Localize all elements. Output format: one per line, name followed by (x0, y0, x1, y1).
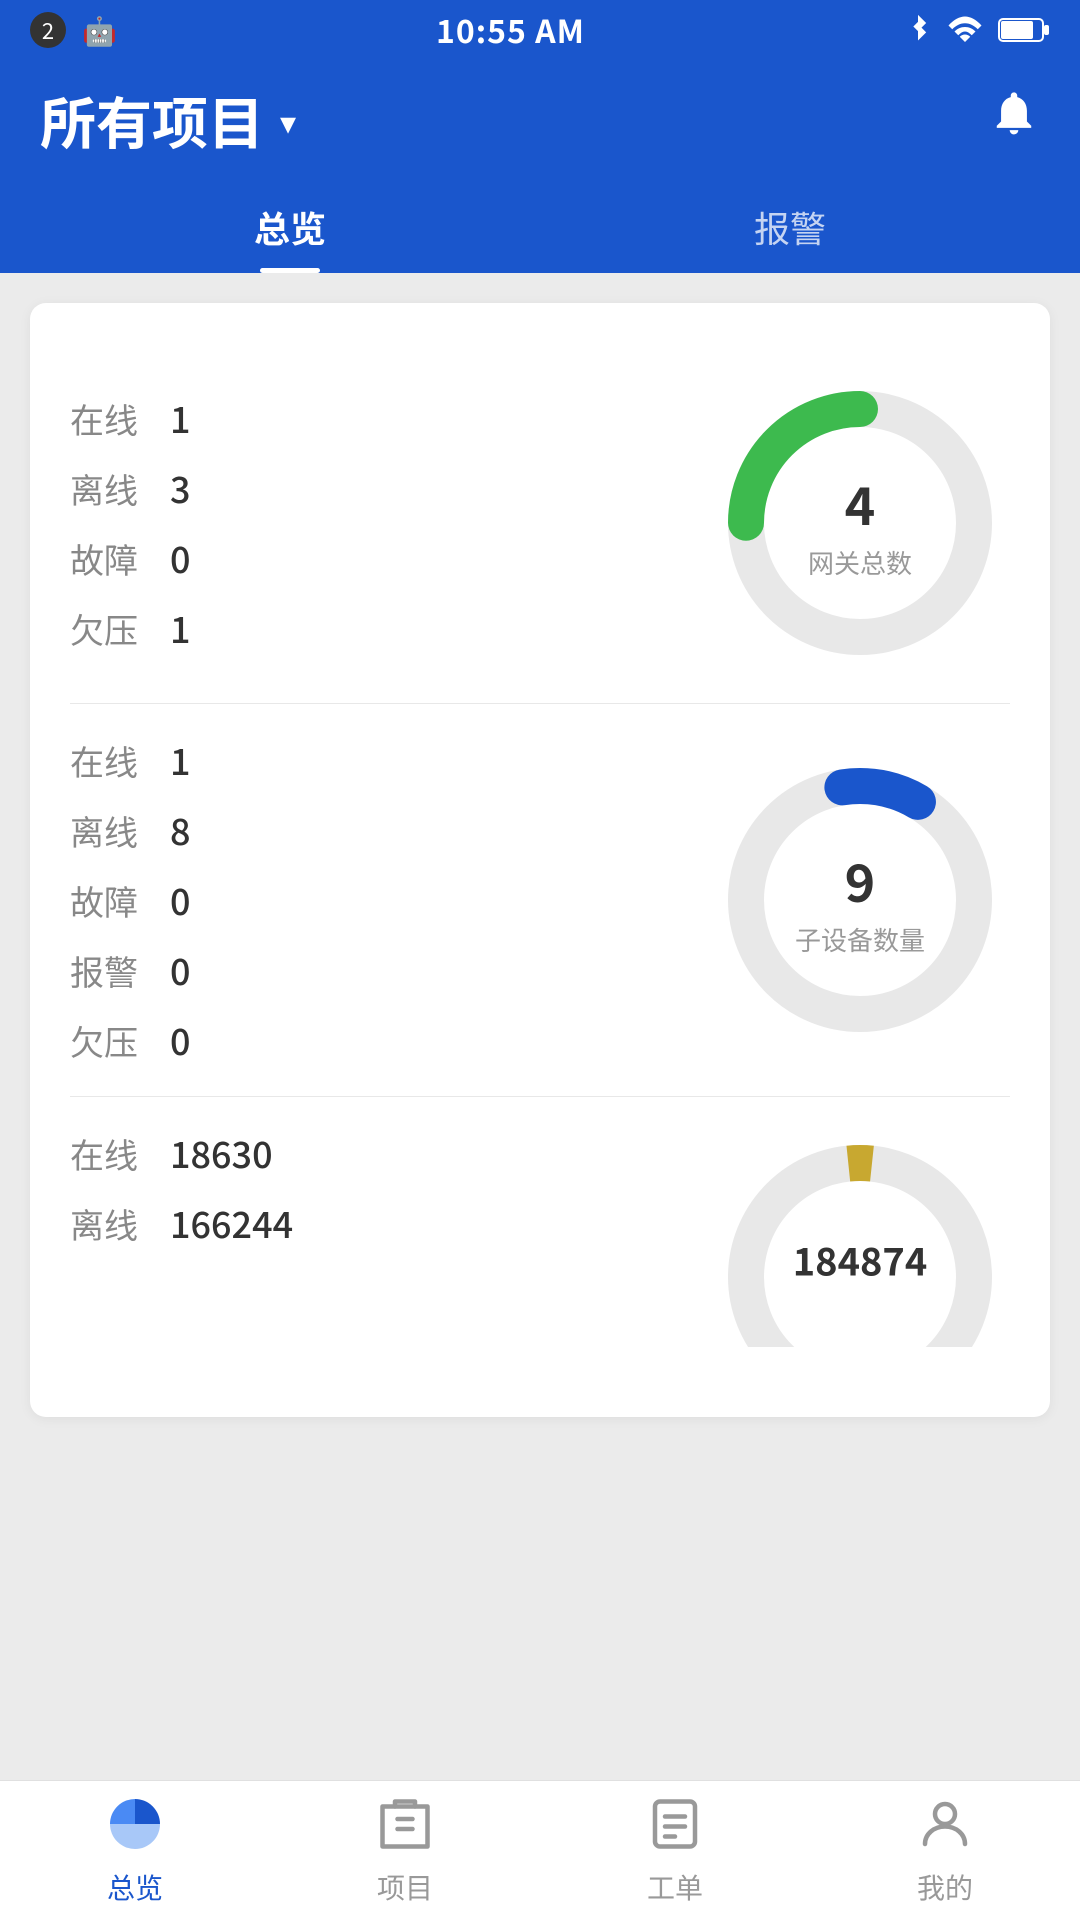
data-section: 在线 18630 离线 166244 184874 (70, 1097, 1010, 1377)
notification-badge: 2 (30, 12, 66, 48)
tab-alarm[interactable]: 报警 (540, 181, 1040, 273)
subdevice-total-label: 子设备数量 (795, 921, 925, 958)
subdevice-section: 在线 1 离线 8 故障 0 报警 0 欠压 0 (70, 704, 1010, 1096)
nav-label-project: 项目 (377, 1867, 433, 1907)
gateway-online-value: 1 (170, 392, 191, 444)
battery-icon (998, 16, 1050, 44)
sub-lowvolt-row: 欠压 0 (70, 1014, 710, 1066)
data-online-value: 18630 (170, 1127, 273, 1179)
gateway-total-label: 网关总数 (808, 544, 912, 581)
gateway-fault-label: 故障 (70, 534, 150, 583)
status-bar-left: 2 🤖 (30, 10, 117, 50)
data-stats: 在线 18630 离线 166244 (70, 1127, 710, 1249)
sub-lowvolt-value: 0 (170, 1014, 191, 1066)
gateway-chart-text: 4 网关总数 (808, 465, 912, 581)
sub-fault-value: 0 (170, 874, 191, 926)
status-bar-icons (904, 12, 1050, 48)
sub-offline-row: 离线 8 (70, 804, 710, 856)
data-online-label: 在线 (70, 1129, 150, 1178)
subdevice-chart-text: 9 子设备数量 (795, 842, 925, 958)
data-offline-row: 离线 166244 (70, 1197, 710, 1249)
sub-fault-label: 故障 (70, 876, 150, 925)
data-chart: 184874 (710, 1127, 1010, 1347)
bottom-nav: 总览 项目 工单 (0, 1780, 1080, 1920)
sub-offline-value: 8 (170, 804, 191, 856)
gateway-chart: 4 网关总数 (710, 373, 1010, 673)
tab-overview[interactable]: 总览 (40, 181, 540, 273)
header: 所有项目 ▾ 总览 报警 (0, 60, 1080, 273)
nav-label-overview: 总览 (107, 1867, 163, 1907)
gateway-offline-row: 离线 3 (70, 462, 710, 514)
sub-alarm-row: 报警 0 (70, 944, 710, 996)
gateway-lowvolt-label: 欠压 (70, 604, 150, 653)
data-offline-label: 离线 (70, 1199, 150, 1248)
wifi-icon (946, 15, 984, 45)
sub-online-label: 在线 (70, 736, 150, 785)
sub-offline-label: 离线 (70, 806, 150, 855)
main-content: 在线 1 离线 3 故障 0 欠压 1 (0, 273, 1080, 1853)
status-bar-time: 10:55 AM (436, 7, 585, 53)
tabs: 总览 报警 (40, 181, 1040, 273)
nav-label-mine: 我的 (917, 1867, 973, 1907)
sub-alarm-value: 0 (170, 944, 191, 996)
sub-fault-row: 故障 0 (70, 874, 710, 926)
dropdown-icon[interactable]: ▾ (280, 98, 296, 144)
subdevice-stats: 在线 1 离线 8 故障 0 报警 0 欠压 0 (70, 734, 710, 1066)
gateway-online-label: 在线 (70, 394, 150, 443)
data-total-number: 184874 (793, 1232, 928, 1287)
gateway-lowvolt-row: 欠压 1 (70, 602, 710, 654)
sub-lowvolt-label: 欠压 (70, 1016, 150, 1065)
gateway-fault-value: 0 (170, 532, 191, 584)
nav-item-project[interactable]: 项目 (375, 1794, 435, 1907)
nav-item-mine[interactable]: 我的 (915, 1794, 975, 1907)
mine-icon (915, 1794, 975, 1859)
bell-button[interactable] (988, 83, 1040, 158)
sub-online-value: 1 (170, 734, 191, 786)
sub-online-row: 在线 1 (70, 734, 710, 786)
gateway-total-number: 4 (808, 465, 912, 540)
gateway-section: 在线 1 离线 3 故障 0 欠压 1 (70, 343, 1010, 703)
summary-card: 在线 1 离线 3 故障 0 欠压 1 (30, 303, 1050, 1417)
overview-icon (105, 1794, 165, 1859)
gateway-online-row: 在线 1 (70, 392, 710, 444)
gateway-offline-value: 3 (170, 462, 191, 514)
page-title: 所有项目 (40, 80, 264, 161)
nav-item-workorder[interactable]: 工单 (645, 1794, 705, 1907)
header-title[interactable]: 所有项目 ▾ (40, 80, 296, 161)
subdevice-total-number: 9 (795, 842, 925, 917)
status-bar: 2 🤖 10:55 AM (0, 0, 1080, 60)
project-icon (375, 1794, 435, 1859)
bluetooth-icon (904, 12, 932, 48)
sub-alarm-label: 报警 (70, 946, 150, 995)
subdevice-chart: 9 子设备数量 (710, 750, 1010, 1050)
data-chart-text: 184874 (793, 1232, 928, 1287)
header-top: 所有项目 ▾ (40, 80, 1040, 181)
gateway-offline-label: 离线 (70, 464, 150, 513)
nav-item-overview[interactable]: 总览 (105, 1794, 165, 1907)
android-icon: 🤖 (82, 10, 117, 50)
nav-label-workorder: 工单 (647, 1867, 703, 1907)
workorder-icon (645, 1794, 705, 1859)
data-offline-value: 166244 (170, 1197, 293, 1249)
gateway-lowvolt-value: 1 (170, 602, 191, 654)
data-online-row: 在线 18630 (70, 1127, 710, 1179)
gateway-fault-row: 故障 0 (70, 532, 710, 584)
gateway-stats: 在线 1 离线 3 故障 0 欠压 1 (70, 392, 710, 654)
